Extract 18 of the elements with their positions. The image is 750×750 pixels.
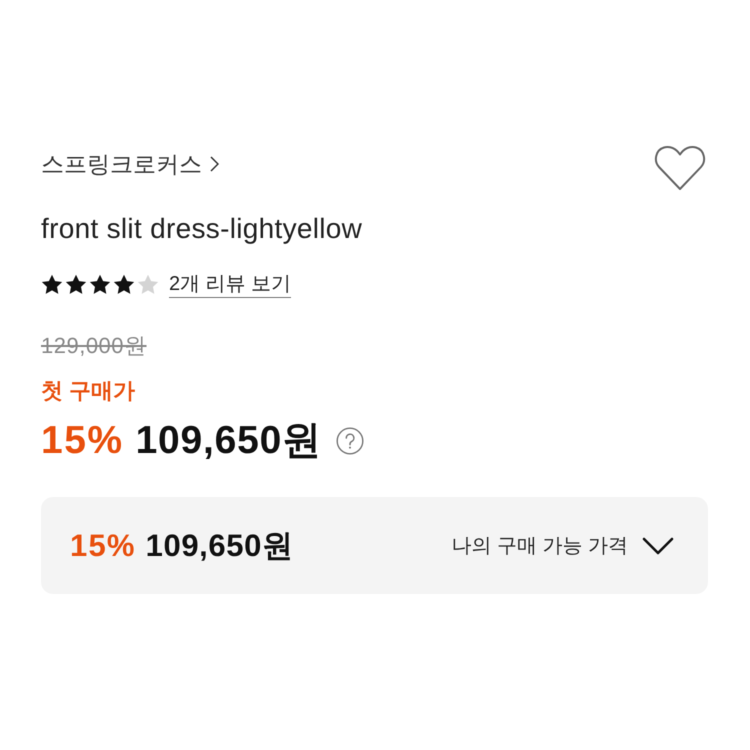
star-icon bbox=[89, 274, 111, 294]
my-discount-rate: 15% bbox=[70, 528, 136, 564]
my-price: 109,650원 bbox=[146, 528, 294, 564]
chevron-right-icon bbox=[210, 156, 219, 172]
review-link[interactable]: 2개 리뷰 보기 bbox=[169, 270, 292, 298]
product-title: front slit dress-lightyellow bbox=[41, 212, 364, 246]
my-price-toggle[interactable]: 나의 구매 가능 가격 bbox=[451, 532, 674, 559]
star-icon bbox=[65, 274, 87, 294]
promo-label: 첫 구매가 bbox=[41, 377, 136, 405]
heart-icon[interactable] bbox=[654, 145, 706, 191]
sale-price: 109,650원 bbox=[136, 418, 322, 464]
star-icon bbox=[137, 274, 159, 294]
original-price: 129,000원 bbox=[41, 332, 147, 360]
discount-rate: 15% bbox=[41, 418, 124, 464]
help-icon[interactable] bbox=[336, 427, 364, 455]
brand-link[interactable]: 스프링크로커스 bbox=[41, 149, 219, 179]
star-icon bbox=[113, 274, 135, 294]
star-icon bbox=[41, 274, 63, 294]
